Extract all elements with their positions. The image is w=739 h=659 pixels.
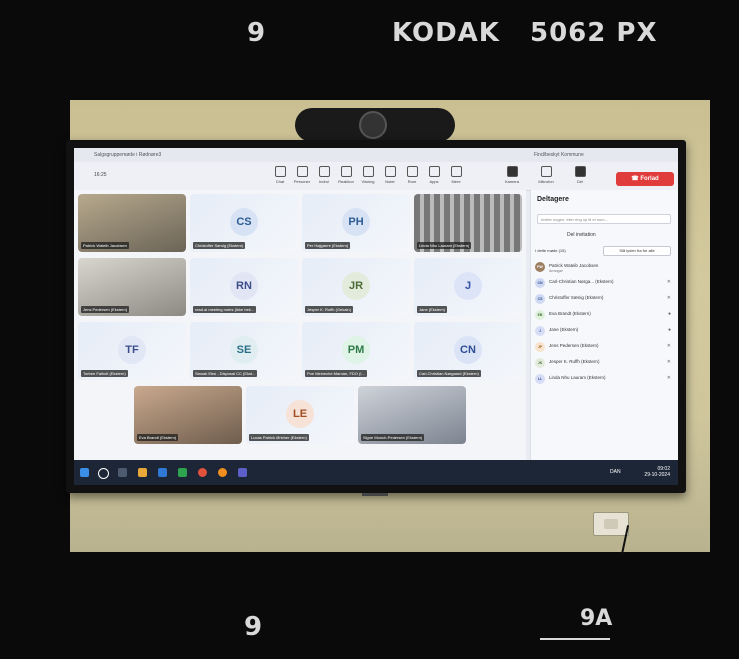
tile-linda[interactable]: Linda Nhu Lauram (Ekstern): [414, 194, 522, 252]
frame-number-bottom: 9: [244, 612, 263, 642]
mic-icon: [540, 166, 552, 177]
apps-button[interactable]: Apps: [424, 166, 444, 184]
rooms-icon: [406, 166, 418, 177]
frame-number: 9: [247, 18, 266, 48]
tile-tf[interactable]: TF Torben Falholt (Ekstern): [78, 322, 186, 380]
search-icon[interactable]: [98, 468, 109, 479]
frame-number-9a: 9A: [580, 606, 613, 631]
edge-icon[interactable]: [178, 468, 187, 477]
tv-brand-logo: [362, 493, 388, 496]
tile-eva[interactable]: Eva Brandt (Ekstern): [134, 386, 242, 444]
wall-socket: [593, 512, 629, 536]
webcam-lens: [359, 111, 387, 139]
tile-cn[interactable]: CN Carl-Christian Nørgaard (Ekstern): [414, 322, 522, 380]
rooms-button[interactable]: Rum: [402, 166, 422, 184]
windows-start-icon[interactable]: [80, 468, 89, 477]
participant-row[interactable]: JK Jesper K. Ruffh (Ekstern) ✕: [535, 356, 675, 370]
grid-icon: [362, 166, 374, 177]
camera-button[interactable]: Kamera: [502, 166, 522, 184]
teams-window: Salgsgruppemøde i Rødnøre3 Find/beskyt K…: [74, 148, 678, 485]
participant-row[interactable]: CN Carl-Christian Nørga... (Ekstern) ✕: [535, 276, 675, 290]
film-stock-label: 5062 PX: [530, 18, 658, 48]
participant-row[interactable]: EB Eva Brandt (Ekstern) ●: [535, 308, 675, 322]
meeting-timer: 16:25: [94, 172, 107, 178]
participant-row[interactable]: CS Christoffer Sænig (Ekstern) ✕: [535, 292, 675, 306]
mic-off-icon: ✕: [666, 359, 671, 365]
film-arrow: [540, 638, 610, 640]
language-indicator[interactable]: DAN: [610, 469, 621, 475]
camera-icon: [506, 166, 518, 177]
title-bar: Salgsgruppemøde i Rødnøre3 Find/beskyt K…: [74, 148, 678, 162]
tile-le[interactable]: LE Lucas Patrick Ørtcher (Ekstern): [246, 386, 354, 444]
teams-icon[interactable]: [238, 468, 247, 477]
notes-icon: [384, 166, 396, 177]
view-button[interactable]: Visning: [358, 166, 378, 184]
window-search[interactable]: Find/beskyt Kommune: [534, 152, 584, 158]
participant-row[interactable]: LL Linda Nhu Lauram (Ekstern) ✕: [535, 372, 675, 386]
meeting-toolbar: 16:25 Chat Personer Indrul Reaktion Visn…: [74, 162, 678, 191]
outlook-icon[interactable]: [158, 468, 167, 477]
monitor: Salgsgruppemøde i Rødnøre3 Find/beskyt K…: [66, 140, 686, 493]
kodak-label: KODAK: [392, 18, 500, 48]
tile-se[interactable]: SE Sianak Ebsi - Disposal CC (Ekst...: [190, 322, 298, 380]
smiley-icon: [340, 166, 352, 177]
more-button[interactable]: Mere: [446, 166, 466, 184]
people-button[interactable]: Personer: [292, 166, 312, 184]
system-clock[interactable]: 09:02 29-10-2024: [644, 466, 670, 478]
mic-icon: ●: [667, 327, 671, 333]
panel-title: Deltagere: [537, 196, 569, 203]
notes-button[interactable]: Noter: [380, 166, 400, 184]
meeting-title: Salgsgruppemøde i Rødnøre3: [94, 152, 162, 158]
leave-button[interactable]: ☎ Forlad: [616, 172, 674, 186]
mic-off-icon: ✕: [666, 375, 671, 381]
participants-panel: Deltagere Inviter nogen, eller ring op t…: [530, 190, 678, 460]
mic-off-icon: ✕: [666, 343, 671, 349]
invite-search-input[interactable]: Inviter nogen, eller ring op til et num.…: [537, 214, 671, 224]
participant-row[interactable]: JP Jens Pedersen (Ekstern) ✕: [535, 340, 675, 354]
tile-patrick[interactable]: Patrick Wateib Jacobsen: [78, 194, 186, 252]
share-invitation-button[interactable]: Del invitation: [567, 232, 596, 238]
file-explorer-icon[interactable]: [138, 468, 147, 477]
chrome-icon[interactable]: [198, 468, 207, 477]
tile-cs[interactable]: CS Christoffer Sænig (Ekstern): [190, 194, 298, 252]
chat-icon: [274, 166, 286, 177]
plus-icon: [428, 166, 440, 177]
section-header[interactable]: I dette møde (15): [535, 248, 566, 253]
mute-all-button[interactable]: Slå lyden fra for alle: [603, 246, 671, 256]
share-icon: [574, 166, 586, 177]
participant-row[interactable]: J Jane (Ekstern) ●: [535, 324, 675, 338]
tile-jens[interactable]: Jens Pedersen (Ekstern): [78, 258, 186, 316]
mic-off-icon: ✕: [666, 279, 671, 285]
people-icon: [296, 166, 308, 177]
tile-j[interactable]: J Jane (Ekstern): [414, 258, 522, 316]
windows-taskbar: DAN 09:02 29-10-2024: [74, 460, 678, 485]
mic-button[interactable]: Mikrofon: [536, 166, 556, 184]
tile-signe[interactable]: Signe Munch-Pedersen (Ekstern): [358, 386, 466, 444]
mic-off-icon: ✕: [666, 295, 671, 301]
raise-hand-button[interactable]: Indrul: [314, 166, 334, 184]
hand-icon: [318, 166, 330, 177]
chat-button[interactable]: Chat: [270, 166, 290, 184]
participant-row[interactable]: PW Patrick Wateib Jacobsen Arrangør: [535, 260, 675, 274]
webcam: [295, 108, 455, 142]
tile-ph[interactable]: PH Per Højgaere (Ekstern): [302, 194, 410, 252]
tile-jr[interactable]: JR Jesper K. Ruffh (Gekaln): [302, 258, 410, 316]
react-button[interactable]: Reaktion: [336, 166, 356, 184]
mic-icon: ●: [667, 311, 671, 317]
tile-pm[interactable]: PM Poe Meineche Marnan, FDO (I...: [302, 322, 410, 380]
share-button[interactable]: Del: [570, 166, 590, 184]
firefox-icon[interactable]: [218, 468, 227, 477]
more-icon: [450, 166, 462, 177]
video-grid: Patrick Wateib Jacobsen CS Christoffer Sæ…: [74, 190, 526, 460]
tile-rn[interactable]: RN read.ai meeting notes (Ikke bek...: [190, 258, 298, 316]
task-view-icon[interactable]: [118, 468, 127, 477]
